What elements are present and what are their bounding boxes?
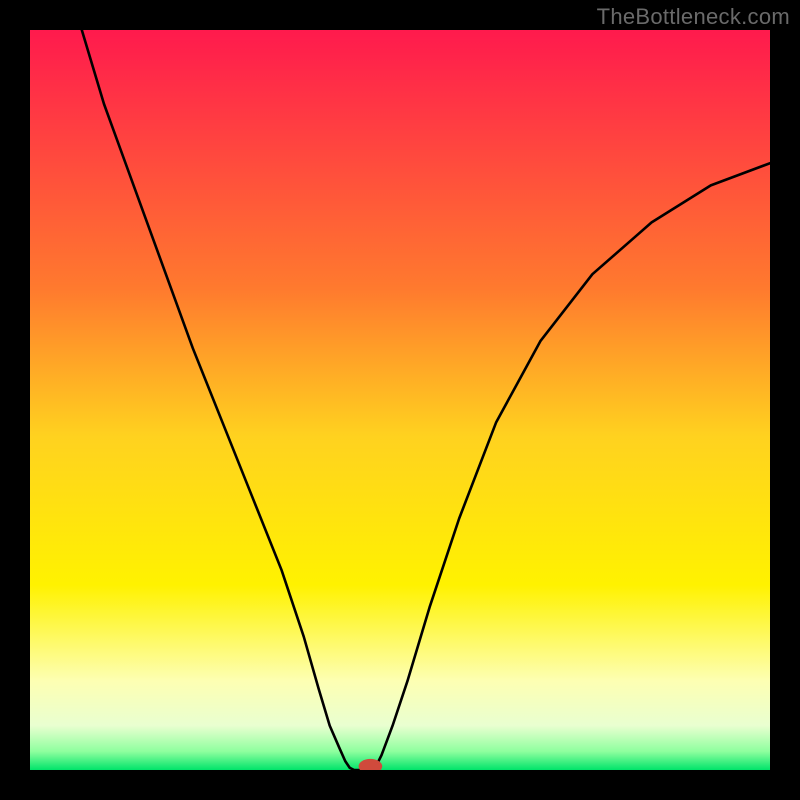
plot-container — [30, 30, 770, 770]
viewport: TheBottleneck.com — [0, 0, 800, 800]
bottleneck-chart — [30, 30, 770, 770]
chart-background — [30, 30, 770, 770]
watermark-label: TheBottleneck.com — [597, 4, 790, 30]
